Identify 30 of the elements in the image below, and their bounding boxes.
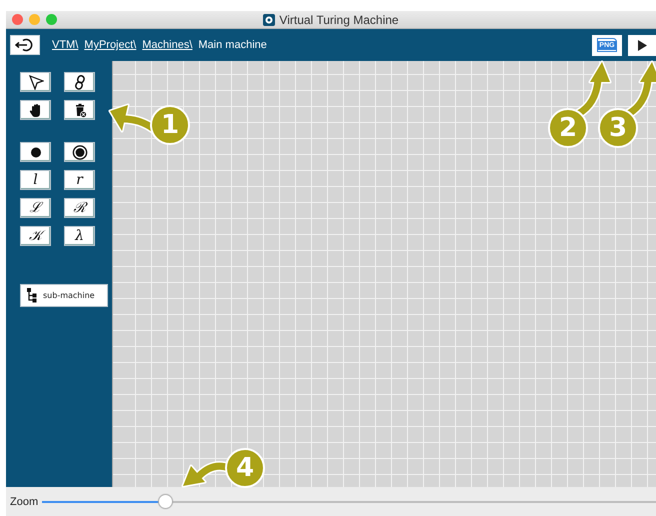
select-arrow-icon bbox=[28, 74, 44, 90]
run-button[interactable] bbox=[628, 34, 656, 56]
back-button[interactable] bbox=[10, 35, 40, 55]
hand-tool-button[interactable] bbox=[20, 100, 51, 120]
slider-thumb[interactable] bbox=[158, 495, 172, 508]
symbol-tool-button[interactable]: ℛ bbox=[64, 198, 95, 218]
double-circle-icon bbox=[72, 144, 88, 160]
symbol-tool-button[interactable]: ℒ bbox=[20, 198, 51, 218]
symbol-tool-button[interactable]: r bbox=[64, 170, 95, 190]
symbol-tool-button[interactable]: 𝒦 bbox=[20, 226, 51, 246]
breadcrumb-link[interactable]: Machines\ bbox=[142, 39, 192, 51]
symbol-tool-button[interactable]: l bbox=[20, 170, 51, 190]
symbol-tool-button[interactable]: λ bbox=[64, 226, 95, 246]
curved-arrow bbox=[623, 60, 656, 119]
breadcrumb-link[interactable]: MyProject\ bbox=[84, 39, 136, 51]
select-tool-button[interactable] bbox=[20, 72, 51, 92]
breadcrumb-link[interactable]: VTM\ bbox=[52, 39, 78, 51]
sub-machine-button[interactable]: sub-machine bbox=[20, 284, 108, 307]
zoom-label: Zoom bbox=[10, 496, 38, 508]
exit-icon bbox=[15, 38, 35, 52]
final-state-tool-button[interactable] bbox=[64, 142, 95, 162]
play-icon bbox=[638, 40, 646, 50]
zoom-slider[interactable] bbox=[42, 494, 656, 509]
breadcrumb-current: Main machine bbox=[198, 39, 267, 51]
app-icon bbox=[263, 14, 276, 26]
hierarchy-icon bbox=[27, 288, 37, 303]
window-title: Virtual Turing Machine bbox=[279, 12, 399, 26]
link-tool-button[interactable] bbox=[64, 72, 95, 92]
delete-tool-button[interactable] bbox=[64, 100, 95, 120]
state-tool-button[interactable] bbox=[20, 142, 51, 162]
